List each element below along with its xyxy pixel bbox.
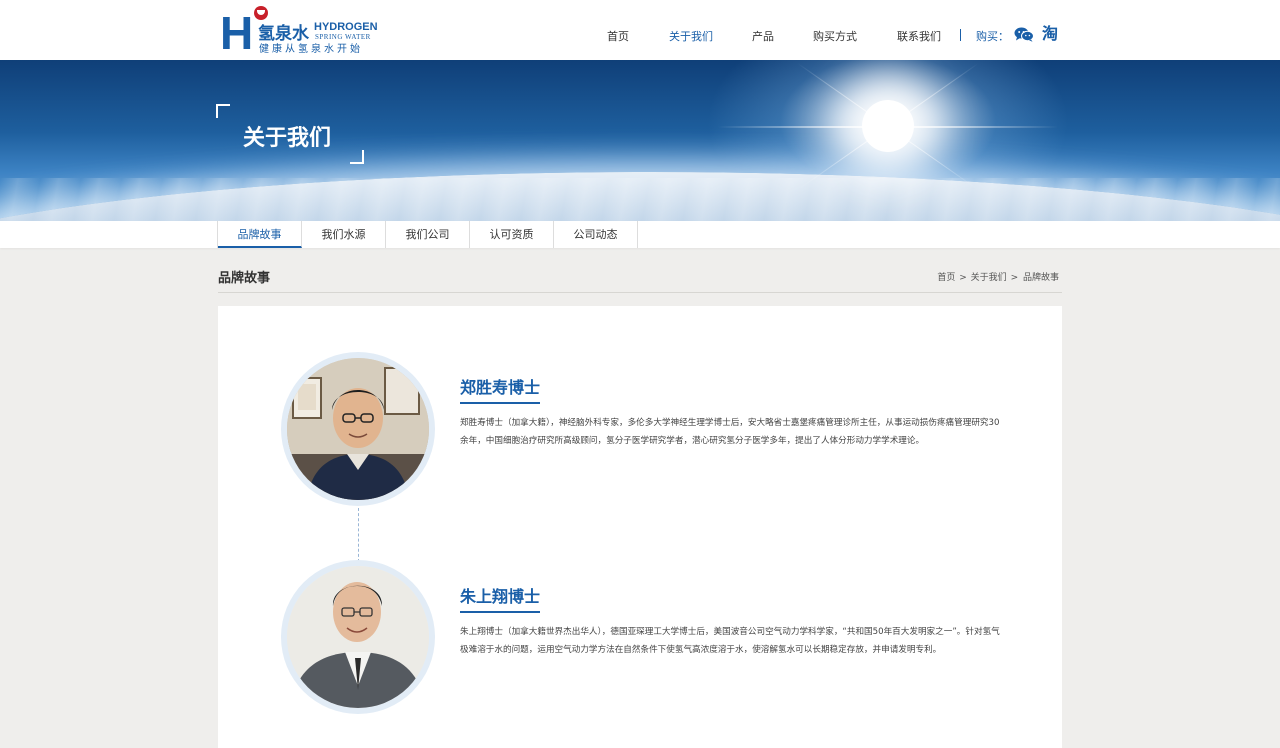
nav-about[interactable]: 关于我们 xyxy=(669,28,713,44)
logo-emblem-icon xyxy=(254,6,268,20)
banner-title: 关于我们 xyxy=(243,126,332,151)
tab-water-source[interactable]: 我们水源 xyxy=(302,221,386,248)
tab-news[interactable]: 公司动态 xyxy=(554,221,638,248)
buy-label: 购买： xyxy=(976,30,1009,43)
page-banner xyxy=(0,60,1280,221)
nav-products[interactable]: 产品 xyxy=(752,28,774,44)
breadcrumb-current: 品牌故事 xyxy=(1022,273,1059,283)
portrait-1 xyxy=(281,352,435,506)
person-bio-2: 朱上翔博士（加拿大籍世界杰出华人），德国亚琛理工大学博士后，美国波音公司空气动力… xyxy=(460,627,1000,655)
breadcrumb-separator: > xyxy=(959,273,967,283)
logo-slogan: 健康从氢泉水开始 xyxy=(259,44,363,55)
section-title: 品牌故事 xyxy=(218,271,271,286)
logo-letter: H xyxy=(220,7,254,59)
site-logo[interactable]: H 氢泉水 HYDROGEN SPRING WATER 健康从氢泉水开始 xyxy=(218,6,378,59)
person-bio-1: 郑胜寿博士（加拿大籍），神经脑外科专家，多伦多大学神经生理学博士后，安大略省士嘉… xyxy=(460,418,1000,446)
wechat-icon[interactable] xyxy=(1014,27,1034,42)
nav-home[interactable]: 首页 xyxy=(607,28,629,44)
breadcrumb-home[interactable]: 首页 xyxy=(937,273,955,283)
portrait-photo xyxy=(287,358,429,500)
section-divider xyxy=(218,292,1062,293)
person-name-2: 朱上翔博士 xyxy=(460,583,541,613)
site-header: H 氢泉水 HYDROGEN SPRING WATER 健康从氢泉水开始 首页 … xyxy=(0,0,1280,60)
portrait-2 xyxy=(281,560,435,714)
timeline-connector xyxy=(358,508,359,562)
banner-sun xyxy=(862,100,914,152)
banner-bracket-bottom-right xyxy=(350,150,364,164)
breadcrumb-about[interactable]: 关于我们 xyxy=(971,273,1007,283)
tab-certifications[interactable]: 认可资质 xyxy=(470,221,554,248)
banner-bracket-top-left xyxy=(216,104,230,118)
tab-brand-story[interactable]: 品牌故事 xyxy=(218,221,302,248)
tab-company[interactable]: 我们公司 xyxy=(386,221,470,248)
breadcrumb: 首页 > 关于我们 > 品牌故事 xyxy=(937,270,1060,283)
banner-clouds xyxy=(0,178,1280,221)
breadcrumb-separator: > xyxy=(1010,273,1019,283)
nav-divider xyxy=(960,29,961,41)
portrait-photo xyxy=(287,566,429,708)
nav-contact[interactable]: 联系我们 xyxy=(897,28,941,44)
nav-purchase[interactable]: 购买方式 xyxy=(813,28,857,44)
taobao-icon[interactable]: 淘 xyxy=(1042,24,1058,44)
logo-english-line1: HYDROGEN xyxy=(314,21,378,33)
person-name-1: 郑胜寿博士 xyxy=(460,374,541,404)
sub-nav: 品牌故事 我们水源 我们公司 认可资质 公司动态 xyxy=(0,221,1280,248)
